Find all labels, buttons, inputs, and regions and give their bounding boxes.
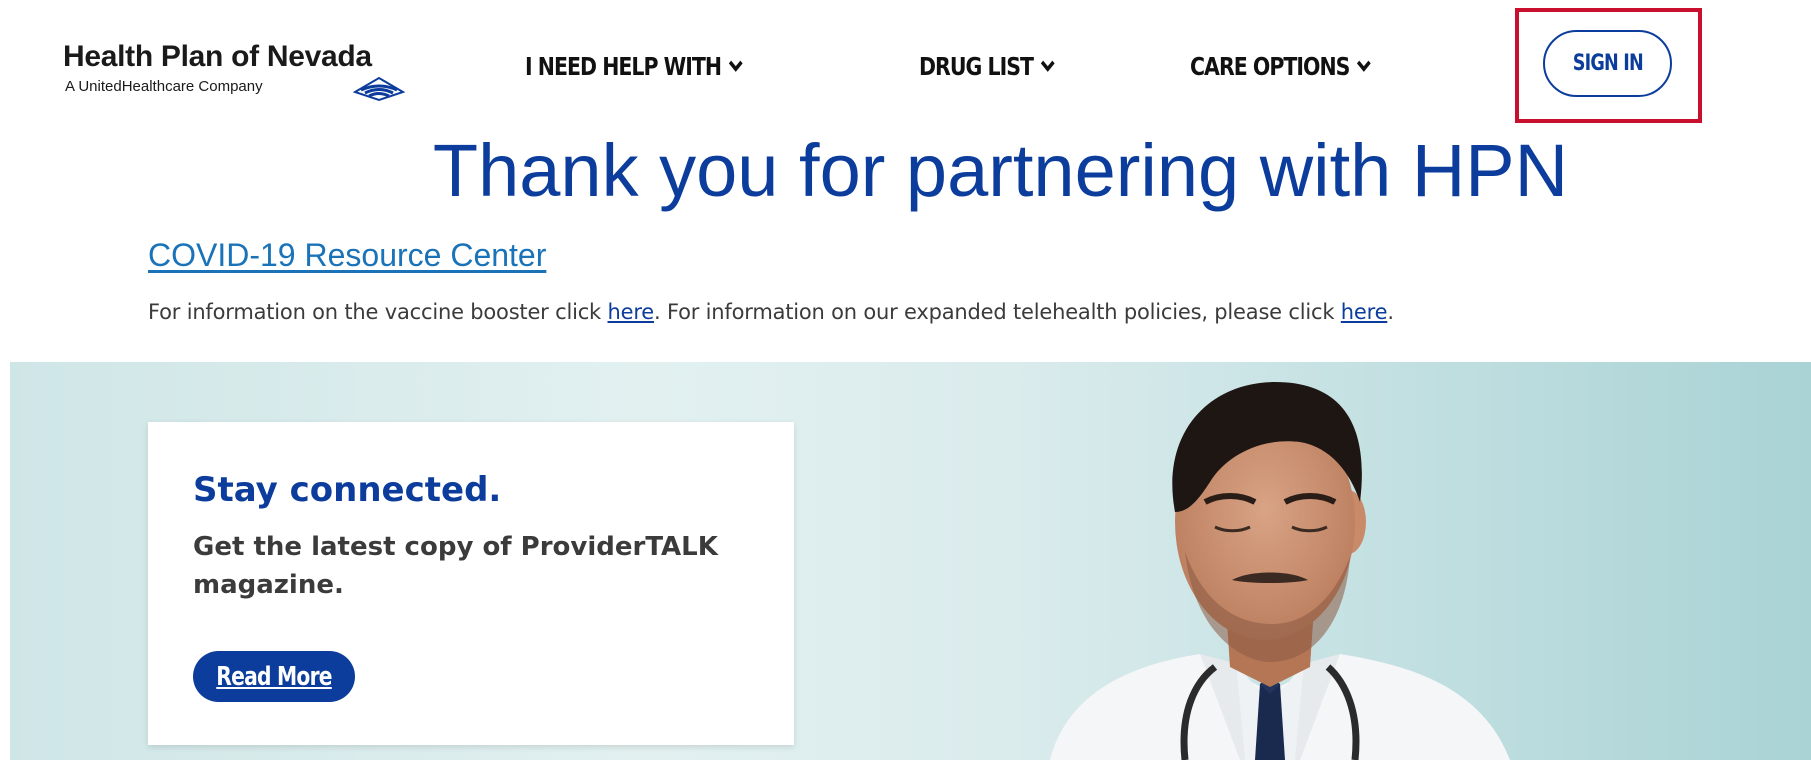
- logo-subtitle: A UnitedHealthcare Company: [65, 78, 263, 95]
- site-header: Health Plan of Nevada A UnitedHealthcare…: [0, 0, 1811, 130]
- logo-title: Health Plan of Nevada: [63, 40, 372, 73]
- sign-in-button[interactable]: SIGN IN: [1543, 30, 1672, 97]
- telehealth-policies-link[interactable]: here: [1341, 300, 1388, 324]
- hpn-logo[interactable]: Health Plan of Nevada A UnitedHealthcare…: [63, 40, 423, 102]
- nav-care-options[interactable]: CARE OPTIONS: [1190, 46, 1372, 86]
- read-more-label: Read More: [216, 661, 332, 692]
- chevron-down-icon: [728, 60, 743, 72]
- chevron-down-icon: [1040, 60, 1055, 72]
- read-more-button[interactable]: Read More: [193, 651, 355, 702]
- info-text: For information on the vaccine booster c…: [148, 300, 1394, 324]
- nav-label: CARE OPTIONS: [1190, 51, 1350, 81]
- nav-i-need-help-with[interactable]: I NEED HELP WITH: [525, 46, 744, 86]
- nav-label: I NEED HELP WITH: [525, 51, 722, 81]
- sign-in-label: SIGN IN: [1572, 51, 1643, 76]
- stay-connected-card: Stay connected. Get the latest copy of P…: [148, 422, 794, 745]
- hero-banner: Stay connected. Get the latest copy of P…: [10, 362, 1811, 760]
- chevron-down-icon: [1357, 60, 1372, 72]
- nav-label: DRUG LIST: [919, 51, 1034, 81]
- nav-drug-list[interactable]: DRUG LIST: [919, 46, 1056, 86]
- doctor-image: [1050, 382, 1510, 760]
- uhc-wave-icon: [353, 76, 405, 102]
- page-title: Thank you for partnering with HPN: [432, 129, 1569, 212]
- info-text-part1: For information on the vaccine booster c…: [148, 300, 608, 324]
- card-text: Get the latest copy of ProviderTALK maga…: [193, 532, 718, 600]
- info-text-part3: .: [1387, 300, 1394, 324]
- covid-resource-center-link[interactable]: COVID-19 Resource Center: [148, 237, 546, 274]
- card-title: Stay connected.: [193, 470, 502, 510]
- info-text-part2: . For information on our expanded telehe…: [654, 300, 1341, 324]
- vaccine-booster-link[interactable]: here: [608, 300, 655, 324]
